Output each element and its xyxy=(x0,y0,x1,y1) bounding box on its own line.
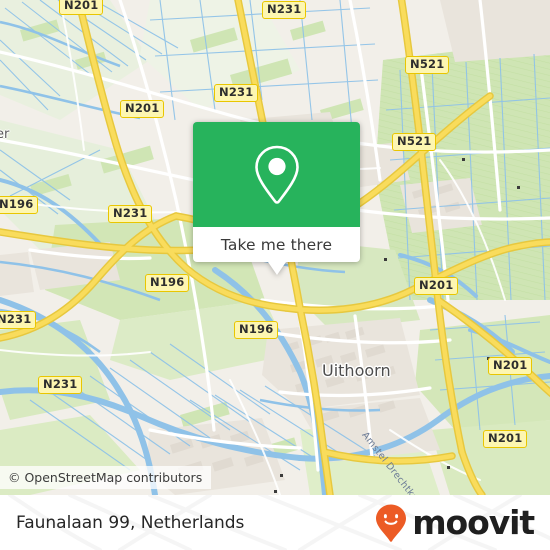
road-shield: N231 xyxy=(262,1,307,19)
popup-header xyxy=(193,122,360,227)
road-shield: N521 xyxy=(405,56,450,74)
road-shield: N201 xyxy=(59,0,104,15)
road-shield: N231 xyxy=(0,311,37,329)
road-shield: N201 xyxy=(483,430,528,448)
moovit-logo[interactable]: moovit xyxy=(374,503,535,543)
road-shield: N196 xyxy=(145,274,190,292)
road-shield: N196 xyxy=(0,196,39,214)
road-shield: N231 xyxy=(214,84,259,102)
osm-attribution[interactable]: © OpenStreetMap contributors xyxy=(0,466,212,489)
road-shield: N231 xyxy=(108,205,153,223)
road-shield: N201 xyxy=(488,357,533,375)
destination-popup-card[interactable]: Take me there xyxy=(193,122,360,275)
moovit-pin-smile-icon xyxy=(376,504,407,542)
road-shield: N521 xyxy=(392,133,437,151)
popup-tail-arrow xyxy=(267,262,286,275)
map-pin-icon xyxy=(254,145,299,204)
road-shield: N201 xyxy=(414,277,459,295)
address-label: Faunalaan 99, Netherlands xyxy=(16,512,245,533)
road-shield: N196 xyxy=(234,321,279,339)
place-label: Uithoorn xyxy=(322,361,391,380)
moovit-wordmark: moovit xyxy=(412,503,535,542)
moovit-map-screenshot: N201 N231 N521 N201 N231 N521 N196 N231 N196 N201… xyxy=(0,0,550,550)
take-me-there-label: Take me there xyxy=(220,235,333,254)
map-viewport[interactable]: N201 N231 N521 N201 N231 N521 N196 N231 N196 N201… xyxy=(0,0,550,495)
popup-footer[interactable]: Take me there xyxy=(193,227,360,262)
road-shield: N201 xyxy=(120,100,165,118)
map-edge-label: er xyxy=(0,127,10,142)
road-shield: N231 xyxy=(38,376,83,394)
footer-bar: Faunalaan 99, Netherlands moovit xyxy=(0,495,550,550)
